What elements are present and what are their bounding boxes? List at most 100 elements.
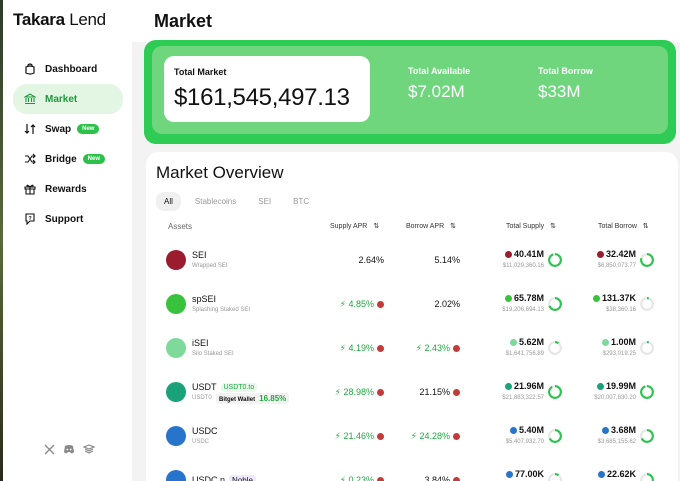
sidebar-item-swap[interactable]: Swap New	[13, 114, 123, 144]
app-root: Takara Lend Dashboard Market Swap New Br…	[0, 0, 680, 481]
reward-token-icon	[377, 345, 384, 353]
social-links	[43, 443, 95, 455]
borrow-apr: 3.84%	[424, 475, 460, 481]
asset-mini-icon	[601, 339, 609, 346]
discord-icon[interactable]	[63, 443, 75, 455]
docs-icon[interactable]	[83, 443, 95, 455]
col-borrow-apr[interactable]: Borrow APR ⇅	[406, 222, 456, 230]
asset-token-icon	[166, 338, 186, 358]
col-total-supply[interactable]: Total Supply ⇅	[506, 222, 556, 230]
supply-apr-value: 2.64%	[358, 255, 384, 265]
col-total-borrow[interactable]: Total Borrow ⇅	[598, 222, 649, 230]
bitget-wallet-badge[interactable]: Bitget Wallet 16.85%	[216, 393, 290, 404]
asset-mini-icon	[509, 339, 517, 346]
total-available-stat: Total Available $7.02M	[408, 66, 470, 102]
total-borrow-value: 22.62K	[606, 469, 636, 479]
asset-token-icon	[166, 294, 186, 314]
tab-btc[interactable]: BTC	[285, 192, 317, 211]
tab-all[interactable]: All	[156, 192, 181, 211]
asset-tag[interactable]: Noble	[229, 475, 256, 481]
sidebar-item-label: Swap	[45, 123, 72, 135]
total-supply-usd: $5,407,932.70	[505, 439, 544, 445]
bank-icon	[23, 92, 37, 106]
x-icon[interactable]	[43, 443, 55, 455]
sort-icon: ⇅	[450, 223, 456, 230]
market-overview: Market Overview All Stablecoins SEI BTC …	[146, 152, 678, 481]
asset-symbol: USDC.n Noble	[192, 475, 256, 481]
app-logo[interactable]: Takara Lend	[13, 10, 106, 30]
supply-apr-value: ⚡ 21.46%	[334, 431, 374, 441]
reward-token-icon	[377, 477, 384, 481]
sort-icon: ⇅	[550, 223, 556, 230]
sidebar-item-support[interactable]: ? Support	[13, 204, 123, 234]
table-row[interactable]: USDT USDT0.to USDT0 Bitget Wallet 16.85% ⚡ 28…	[146, 371, 678, 415]
sidebar: Takara Lend Dashboard Market Swap New Br…	[3, 0, 132, 481]
asset-token-icon	[166, 426, 186, 446]
bag-icon	[23, 62, 37, 76]
sidebar-item-dashboard[interactable]: Dashboard	[13, 54, 123, 84]
asset-mini-icon	[597, 471, 605, 478]
supply-utilization-ring	[548, 297, 562, 311]
supply-apr: ⚡ 4.19%	[340, 343, 384, 354]
help-icon: ?	[23, 212, 37, 226]
sidebar-item-market[interactable]: Market	[13, 84, 123, 114]
borrow-apr: ⚡ 24.28%	[411, 431, 460, 442]
borrow-apr-value: 21.15%	[419, 387, 450, 397]
borrow-apr: ⚡ 2.43%	[416, 343, 460, 354]
market-stats-banner: Total Market $161,545,497.13 Total Avail…	[144, 40, 676, 144]
page-title: Market	[154, 11, 213, 31]
total-supply-usd: $11,029,360.16	[502, 263, 544, 269]
reward-token-icon	[453, 345, 460, 353]
total-borrow-amount: 1.00M	[601, 337, 636, 347]
borrow-utilization-ring	[640, 341, 654, 355]
total-supply-amount: 21.96M	[504, 381, 544, 391]
total-borrow-amount: 3.68M	[601, 425, 636, 435]
borrow-apr-value: 3.84%	[424, 475, 450, 481]
asset-tag[interactable]: USDT0.to	[220, 383, 258, 393]
supply-apr-value: ⚡ 4.85%	[339, 299, 374, 309]
borrow-utilization-ring	[640, 297, 654, 311]
total-borrow-usd: $293,019.25	[602, 351, 636, 357]
total-market-card: Total Market $161,545,497.13	[164, 56, 370, 122]
sidebar-item-label: Market	[45, 93, 78, 105]
total-available-label: Total Available	[408, 66, 471, 76]
total-borrow-usd: $20,007,830.20	[594, 395, 636, 401]
table-row[interactable]: USDC.n Noble ⚡ 0.23% 3.84% 77.00K 22.62K	[146, 459, 678, 481]
total-supply-value: 65.78M	[513, 293, 544, 303]
total-borrow-amount: 131.37K	[592, 293, 636, 303]
supply-apr: ⚡ 21.46%	[335, 431, 384, 442]
asset-mini-icon	[596, 251, 604, 258]
borrow-utilization-ring	[640, 473, 654, 481]
reward-token-icon	[453, 477, 460, 481]
sidebar-item-rewards[interactable]: Rewards	[13, 174, 123, 204]
sidebar-item-bridge[interactable]: Bridge New	[13, 144, 123, 174]
sidebar-item-label: Bridge	[45, 153, 77, 165]
table-row[interactable]: iSEI Silo Staked SEI ⚡ 4.19% ⚡ 2.43% 5.62M $1…	[146, 327, 678, 371]
table-row[interactable]: SEI Wrapped SEI 2.64% 5.14% 40.41M $11,029,36…	[146, 239, 678, 283]
tab-sei[interactable]: SEI	[250, 192, 279, 211]
total-borrow-value: 3.68M	[610, 425, 636, 435]
reward-token-icon	[377, 433, 384, 441]
total-borrow-usd: $38,360.16	[605, 307, 636, 313]
new-badge: New	[77, 124, 100, 134]
total-supply-value: 5.62M	[518, 337, 544, 347]
total-borrow-value: 19.99M	[605, 381, 636, 391]
borrow-utilization-ring	[640, 253, 654, 267]
borrow-utilization-ring	[640, 385, 654, 399]
reward-token-icon	[453, 433, 460, 441]
sidebar-item-label: Rewards	[45, 183, 87, 195]
total-borrow-amount: 19.99M	[596, 381, 636, 391]
table-row[interactable]: spSEI Splashing Staked SEI ⚡ 4.85% 2.02% 65.…	[146, 283, 678, 327]
borrow-apr-value: ⚡ 2.43%	[415, 343, 450, 353]
table-row[interactable]: USDC USDC ⚡ 21.46% ⚡ 24.28% 5.40M $5,407,932.…	[146, 415, 678, 459]
sidebar-item-label: Dashboard	[45, 63, 98, 75]
borrow-apr-value: ⚡ 24.28%	[410, 431, 450, 441]
tab-stablecoins[interactable]: Stablecoins	[187, 192, 244, 211]
total-market-value: $161,545,497.13	[174, 84, 350, 111]
borrow-utilization-ring	[640, 429, 654, 443]
asset-token-icon	[166, 382, 186, 402]
col-supply-apr[interactable]: Supply APR ⇅	[330, 222, 379, 230]
supply-apr-value: ⚡ 28.98%	[334, 387, 374, 397]
shuffle-icon	[23, 152, 37, 166]
sort-icon: ⇅	[373, 223, 380, 230]
